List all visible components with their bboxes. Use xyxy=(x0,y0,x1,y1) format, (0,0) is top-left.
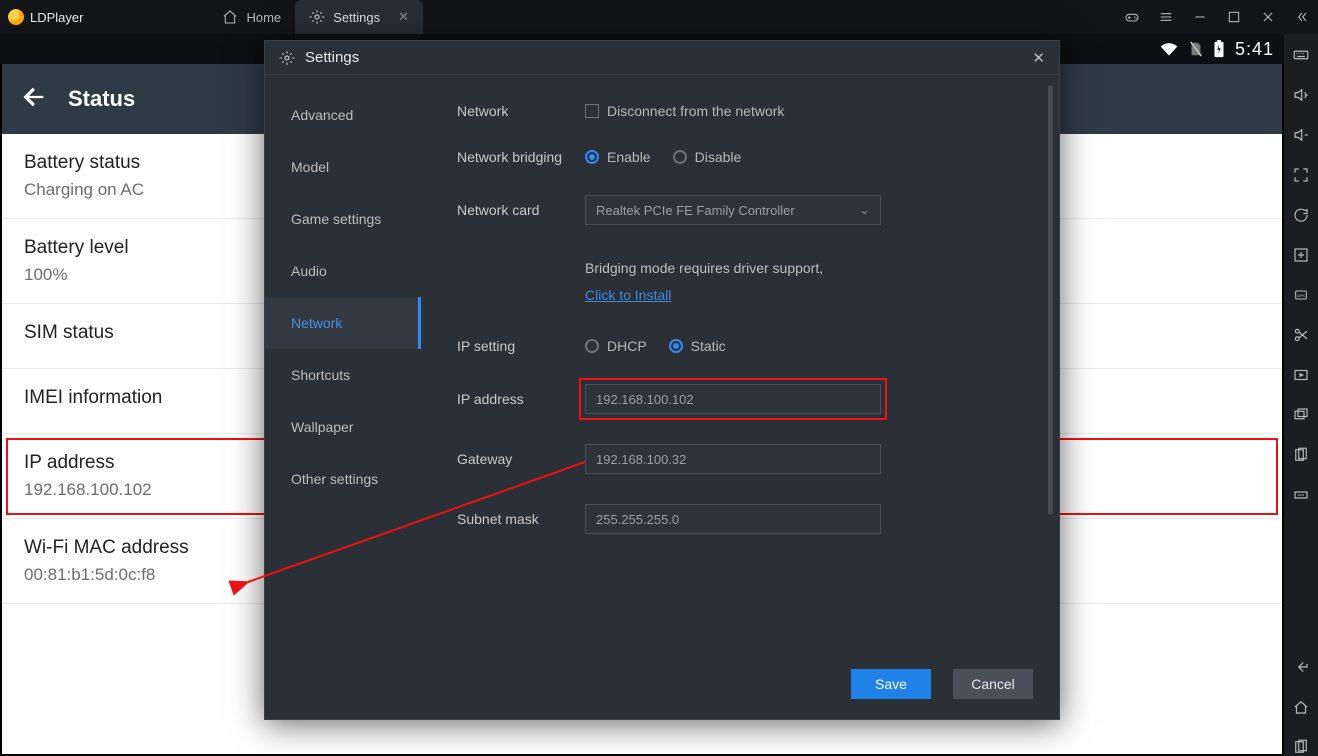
status-clock: 5:41 xyxy=(1235,39,1274,60)
sidebar-item-advanced[interactable]: Advanced xyxy=(265,89,421,141)
label-ip-address: IP address xyxy=(457,391,585,407)
radio-icon xyxy=(673,150,687,164)
android-home-icon[interactable] xyxy=(1292,698,1310,716)
multi-instance-icon[interactable] xyxy=(1292,406,1310,424)
tab-close-icon[interactable]: ✕ xyxy=(398,9,409,25)
label-gateway: Gateway xyxy=(457,451,585,467)
install-apk-icon[interactable] xyxy=(1292,246,1310,264)
gamepad-icon[interactable] xyxy=(1124,9,1140,25)
chevron-double-left-icon[interactable] xyxy=(1294,9,1310,25)
dialog-title: Settings xyxy=(305,49,359,66)
label-network: Network xyxy=(457,103,585,119)
sidebar-item-game-settings[interactable]: Game settings xyxy=(265,193,421,245)
volume-down-icon[interactable] xyxy=(1292,126,1310,144)
wifi-icon xyxy=(1159,41,1179,57)
label-bridging: Network bridging xyxy=(457,149,585,165)
tab-label: Home xyxy=(246,10,281,25)
sync-icon[interactable] xyxy=(1292,206,1310,224)
settings-sidebar: Advanced Model Game settings Audio Netwo… xyxy=(265,75,421,649)
sidebar-item-wallpaper[interactable]: Wallpaper xyxy=(265,401,421,453)
gear-icon xyxy=(309,9,325,25)
home-icon xyxy=(222,9,238,25)
copy-icon[interactable] xyxy=(1292,446,1310,464)
sidebar-item-model[interactable]: Model xyxy=(265,141,421,193)
emulator-toolbar: APK xyxy=(1284,34,1318,756)
chevron-down-icon: ⌄ xyxy=(859,202,870,218)
dialog-header: Settings ✕ xyxy=(265,41,1059,75)
checkbox-label: Disconnect from the network xyxy=(607,103,784,119)
dialog-footer: Save Cancel xyxy=(265,649,1059,719)
close-icon[interactable] xyxy=(1260,9,1276,25)
no-sim-icon xyxy=(1189,41,1203,57)
radio-icon xyxy=(585,339,599,353)
android-recent-icon[interactable] xyxy=(1292,738,1310,756)
label-subnet: Subnet mask xyxy=(457,511,585,527)
select-value: Realtek PCIe FE Family Controller xyxy=(596,203,795,218)
minimize-icon[interactable] xyxy=(1192,9,1208,25)
save-button[interactable]: Save xyxy=(851,669,931,699)
page-title: Status xyxy=(68,86,135,112)
radio-bridging-disable[interactable]: Disable xyxy=(673,149,742,165)
svg-text:APK: APK xyxy=(1297,293,1305,298)
input-gateway[interactable] xyxy=(585,444,881,474)
install-driver-link[interactable]: Click to Install xyxy=(585,287,671,303)
more-icon[interactable] xyxy=(1292,486,1310,504)
window-controls xyxy=(1124,9,1310,25)
label-network-card: Network card xyxy=(457,202,585,218)
radio-ip-static[interactable]: Static xyxy=(669,338,726,354)
settings-dialog: Settings ✕ Advanced Model Game settings … xyxy=(264,40,1060,720)
cancel-button[interactable]: Cancel xyxy=(953,669,1033,699)
settings-panel-network: Network Disconnect from the network Netw… xyxy=(421,75,1059,649)
maximize-icon[interactable] xyxy=(1226,9,1242,25)
sidebar-item-network[interactable]: Network xyxy=(265,297,421,349)
scissors-icon[interactable] xyxy=(1292,326,1310,344)
tab-home[interactable]: Home xyxy=(208,0,295,34)
dialog-close-icon[interactable]: ✕ xyxy=(1032,49,1045,67)
back-arrow-icon[interactable] xyxy=(20,83,48,116)
battery-charging-icon xyxy=(1213,40,1225,58)
sidebar-item-other[interactable]: Other settings xyxy=(265,453,421,505)
app-name: LDPlayer xyxy=(30,10,83,25)
checkbox-disconnect[interactable]: Disconnect from the network xyxy=(585,103,784,119)
menu-icon[interactable] xyxy=(1158,9,1174,25)
apk-icon[interactable]: APK xyxy=(1292,286,1310,304)
app-logo-icon xyxy=(8,9,24,25)
sidebar-item-shortcuts[interactable]: Shortcuts xyxy=(265,349,421,401)
volume-up-icon[interactable] xyxy=(1292,86,1310,104)
sidebar-item-audio[interactable]: Audio xyxy=(265,245,421,297)
checkbox-icon xyxy=(585,104,599,118)
title-bar: LDPlayer Home Settings ✕ xyxy=(0,0,1318,34)
radio-icon xyxy=(669,339,683,353)
gear-icon xyxy=(279,50,295,66)
radio-icon xyxy=(585,150,599,164)
android-back-icon[interactable] xyxy=(1292,658,1310,676)
keyboard-icon[interactable] xyxy=(1292,46,1310,64)
select-network-card[interactable]: Realtek PCIe FE Family Controller ⌄ xyxy=(585,195,881,225)
fullscreen-icon[interactable] xyxy=(1292,166,1310,184)
record-icon[interactable] xyxy=(1292,366,1310,384)
bridging-note: Bridging mode requires driver support, C… xyxy=(585,255,823,308)
input-subnet[interactable] xyxy=(585,504,881,534)
radio-bridging-enable[interactable]: Enable xyxy=(585,149,651,165)
tab-settings[interactable]: Settings ✕ xyxy=(295,0,423,34)
radio-ip-dhcp[interactable]: DHCP xyxy=(585,338,647,354)
tab-label: Settings xyxy=(333,10,380,25)
label-ip-setting: IP setting xyxy=(457,338,585,354)
input-ip-address[interactable] xyxy=(585,384,881,414)
